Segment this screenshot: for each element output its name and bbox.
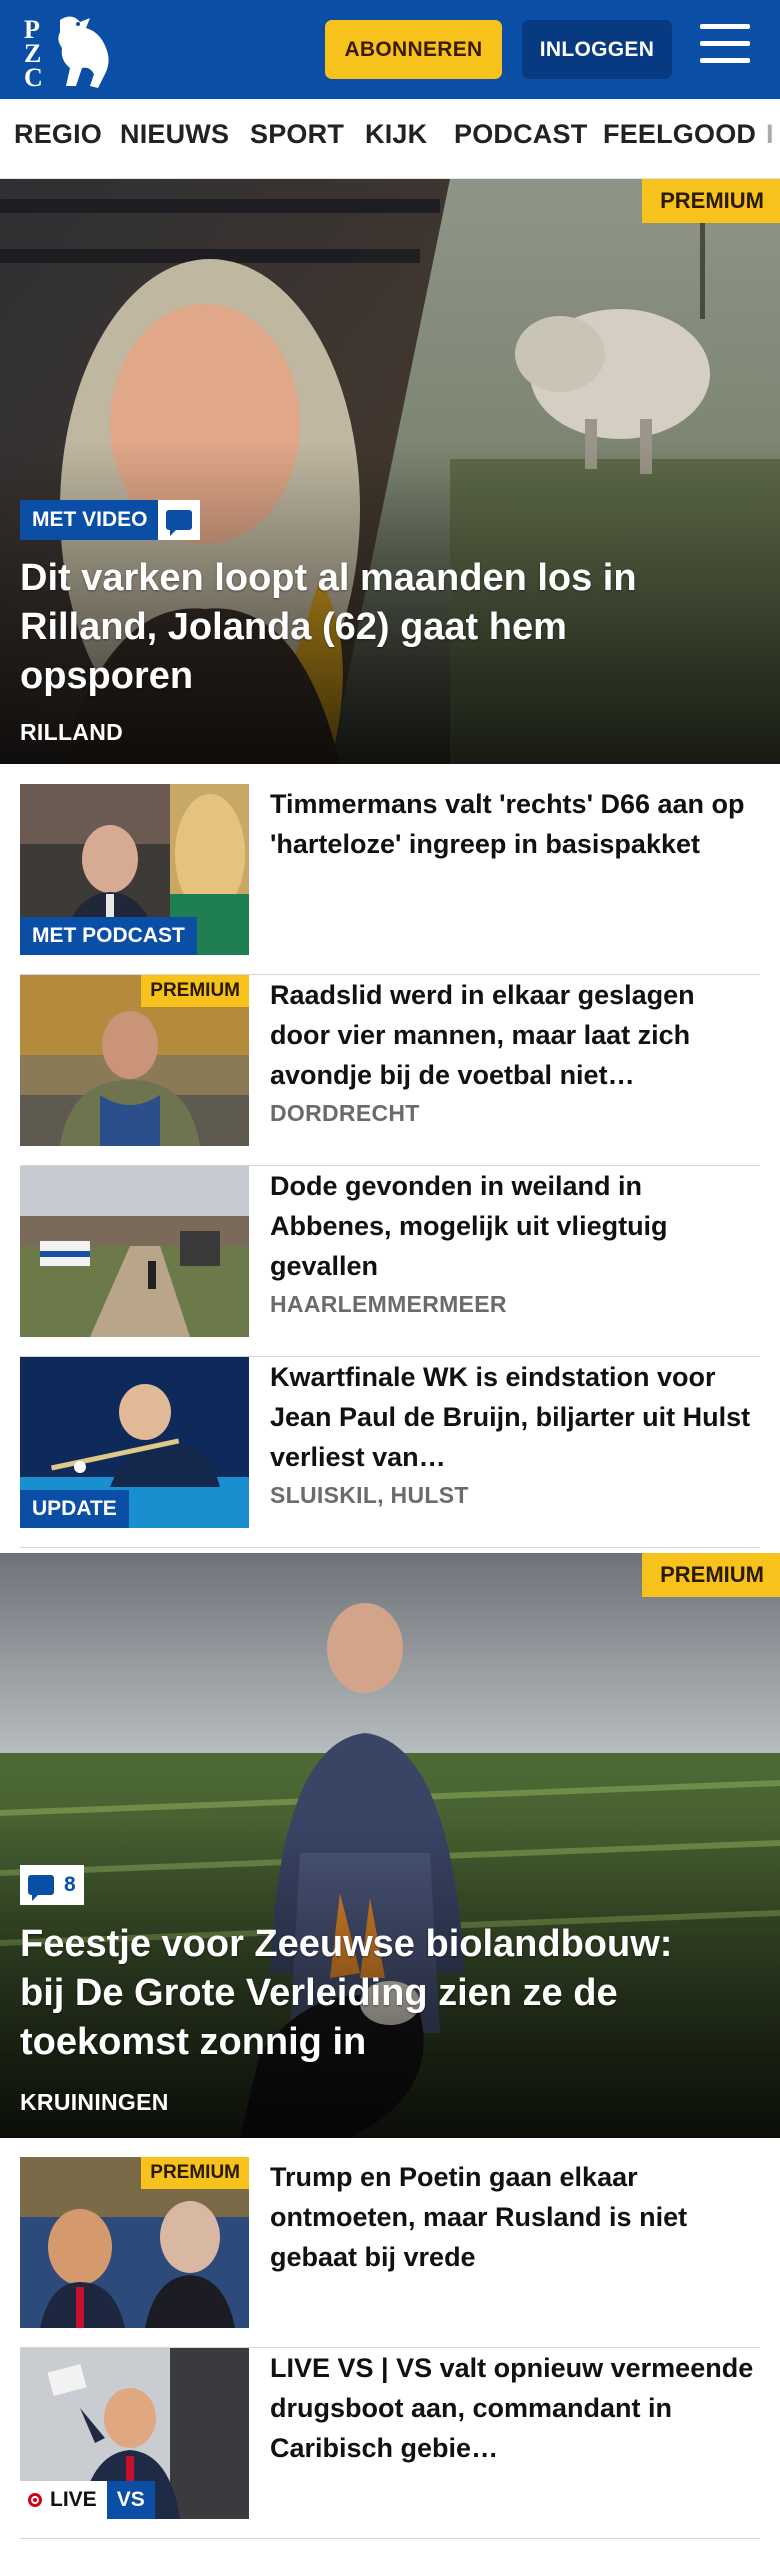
article-title[interactable]: Raadslid werd in elkaar geslagen door vi…	[270, 975, 760, 1095]
comment-count: 8	[64, 1873, 76, 1896]
comment-bubble-icon[interactable]: 8	[20, 1865, 84, 1905]
hamburger-menu-icon[interactable]	[700, 24, 752, 72]
video-badge: MET VIDEO	[20, 500, 160, 540]
article-thumbnail: UPDATE	[20, 1357, 249, 1528]
hero-title[interactable]: Feestje voor Zeeuwse biolandbouw: bij De…	[20, 1920, 720, 2067]
article-thumbnail	[20, 1166, 249, 1337]
nav-item-sport[interactable]: SPORT	[250, 119, 344, 150]
article-location: SLUISKIL, HULST	[270, 1482, 469, 1508]
article-thumbnail: LIVE VS	[20, 2348, 249, 2519]
article-row[interactable]: PREMIUM Trump en Poetin gaan elkaar ontm…	[20, 2157, 760, 2348]
hero-location: RILLAND	[20, 719, 124, 745]
nav-item-more[interactable]: I	[766, 119, 774, 150]
svg-text:C: C	[24, 63, 43, 90]
article-location: DORDRECHT	[270, 1100, 420, 1126]
article-thumbnail: PREMIUM	[20, 975, 249, 1146]
article-row[interactable]: LIVE VS LIVE VS | VS valt opnieuw vermee…	[20, 2348, 760, 2539]
hero-article-pig[interactable]: PREMIUM MET VIDEO Dit varken loopt al ma…	[0, 179, 780, 764]
article-row[interactable]: PREMIUM Raadslid werd in elkaar geslagen…	[20, 975, 760, 1166]
hero-title[interactable]: Dit varken loopt al maanden los in Rilla…	[20, 554, 720, 701]
premium-badge: PREMIUM	[642, 179, 780, 223]
article-title[interactable]: Trump en Poetin gaan elkaar ontmoeten, m…	[270, 2157, 760, 2277]
nav-item-podcast[interactable]: PODCAST	[454, 119, 587, 150]
subscribe-button[interactable]: ABONNEREN	[325, 20, 502, 79]
live-label: LIVE	[50, 2488, 97, 2511]
premium-badge: PREMIUM	[141, 2157, 249, 2189]
pzc-logo[interactable]: P Z C	[20, 10, 120, 90]
nav-item-nieuws[interactable]: NIEUWS	[120, 119, 229, 150]
nav-item-feelgood[interactable]: FEELGOOD	[603, 119, 756, 150]
article-location: HAARLEMMERMEER	[270, 1291, 507, 1317]
article-title[interactable]: LIVE VS | VS valt opnieuw vermeende drug…	[270, 2348, 760, 2468]
hero-location: KRUININGEN	[20, 2089, 169, 2115]
podcast-badge: MET PODCAST	[20, 917, 197, 955]
section-nav: REGIO NIEUWS SPORT KIJK PODCAST FEELGOOD…	[0, 99, 780, 179]
premium-badge: PREMIUM	[642, 1553, 780, 1597]
article-row[interactable]: Dode gevonden in weiland in Abbenes, mog…	[20, 1166, 760, 1357]
premium-badge: PREMIUM	[141, 975, 249, 1007]
hero-article-biolandbouw[interactable]: PREMIUM 8 Feestje voor Zeeuwse biolandbo…	[0, 1553, 780, 2138]
article-title[interactable]: Dode gevonden in weiland in Abbenes, mog…	[270, 1166, 760, 1286]
article-title[interactable]: Kwartfinale WK is eindstation voor Jean …	[270, 1357, 760, 1477]
article-row[interactable]: MET PODCAST Timmermans valt 'rechts' D66…	[20, 784, 760, 975]
nav-item-regio[interactable]: REGIO	[14, 119, 102, 150]
update-badge: UPDATE	[20, 1490, 129, 1528]
article-thumbnail: MET PODCAST	[20, 784, 249, 955]
nav-item-kijk[interactable]: KIJK	[365, 119, 427, 150]
live-badge: LIVE VS	[20, 2481, 155, 2519]
login-button[interactable]: INLOGGEN	[522, 20, 672, 79]
article-row[interactable]: UPDATE Kwartfinale WK is eindstation voo…	[20, 1357, 760, 1548]
site-header: P Z C ABONNEREN INLOGGEN	[0, 0, 780, 99]
live-dot-icon	[28, 2493, 42, 2507]
comment-bubble-icon[interactable]	[158, 500, 200, 540]
article-thumbnail: PREMIUM	[20, 2157, 249, 2328]
vs-label: VS	[106, 2481, 155, 2519]
article-title[interactable]: Timmermans valt 'rechts' D66 aan op 'har…	[270, 784, 760, 864]
